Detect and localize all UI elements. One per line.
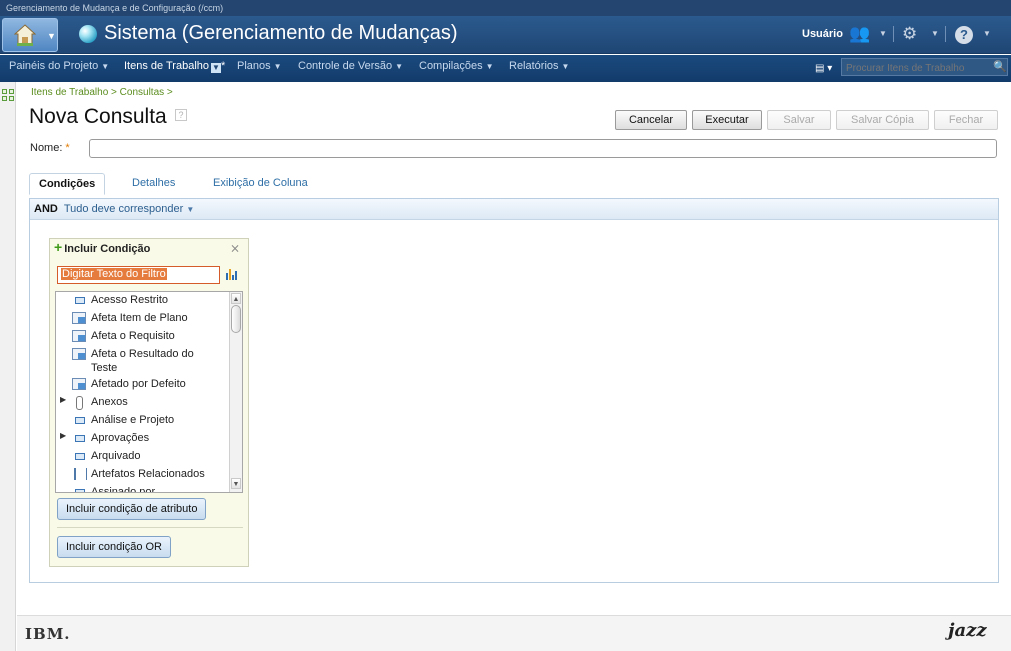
help-icon[interactable]: ? bbox=[955, 26, 973, 44]
save-button[interactable]: Salvar bbox=[767, 110, 831, 130]
chart-icon[interactable] bbox=[226, 268, 238, 280]
list-scrollbar[interactable]: ▲ ▼ bbox=[229, 292, 242, 492]
user-label[interactable]: Usuário bbox=[802, 28, 843, 40]
list-item[interactable]: Afeta o Resultado do Teste bbox=[56, 347, 228, 377]
plus-icon: + bbox=[54, 239, 63, 255]
link-icon bbox=[72, 330, 86, 342]
window-title: Gerenciamento de Mudança e de Configuraç… bbox=[0, 0, 1011, 16]
operator-label: AND bbox=[34, 203, 58, 215]
close-icon[interactable]: ⨯ bbox=[230, 241, 240, 255]
cancel-button[interactable]: Cancelar bbox=[615, 110, 687, 130]
scroll-thumb[interactable] bbox=[231, 305, 241, 333]
chevron-down-icon[interactable]: ▼ bbox=[879, 29, 887, 38]
nav-item-source-control[interactable]: Controle de Versão ▼ bbox=[298, 60, 403, 72]
add-attribute-condition-button[interactable]: Incluir condição de atributo bbox=[57, 498, 207, 520]
field-icon bbox=[72, 486, 86, 492]
conditions-header: AND Tudo deve corresponder ▼ bbox=[30, 199, 998, 220]
filter-input[interactable]: Digitar Texto do Filtro bbox=[57, 266, 220, 284]
field-icon bbox=[72, 294, 86, 306]
work-item-search-input[interactable] bbox=[841, 58, 1008, 76]
gear-icon[interactable]: ⚙ bbox=[902, 24, 917, 44]
app-icon bbox=[79, 25, 97, 43]
page-title: Nova Consulta bbox=[29, 105, 167, 128]
nav-item-plans[interactable]: Planos ▼ bbox=[237, 60, 282, 72]
scroll-up-icon[interactable]: ▲ bbox=[231, 293, 241, 304]
required-mark: * bbox=[65, 142, 70, 154]
add-or-condition-button[interactable]: Incluir condição OR bbox=[57, 536, 171, 558]
dropdown-icon[interactable]: ▼ bbox=[211, 63, 222, 73]
mini-dashboard-icon[interactable] bbox=[2, 89, 14, 101]
expand-arrow-icon[interactable]: ▶ bbox=[60, 395, 66, 404]
field-icon bbox=[72, 414, 86, 426]
close-button[interactable]: Fechar bbox=[934, 110, 998, 130]
breadcrumb[interactable]: Itens de Trabalho > Consultas > bbox=[31, 87, 173, 98]
link-icon bbox=[72, 348, 86, 360]
chevron-down-icon: ▼ bbox=[485, 62, 494, 71]
nav-item-builds[interactable]: Compilações ▼ bbox=[419, 60, 494, 72]
add-condition-panel: + Incluir Condição ⨯ Digitar Texto do Fil… bbox=[49, 238, 249, 567]
name-field[interactable] bbox=[89, 139, 997, 158]
search-icon[interactable]: 🔍 bbox=[993, 60, 1007, 73]
home-button[interactable]: ▼ bbox=[2, 18, 58, 52]
chevron-down-icon[interactable]: ▼ bbox=[931, 29, 939, 38]
jazz-logo: jazz bbox=[948, 620, 987, 641]
attribute-list[interactable]: Acesso Restrito Afeta Item de Plano Afet… bbox=[55, 291, 243, 493]
tab-details[interactable]: Detalhes bbox=[132, 177, 175, 189]
chevron-down-icon[interactable]: ▼ bbox=[983, 29, 991, 38]
chevron-down-icon: ▼ bbox=[186, 205, 195, 214]
chevron-down-icon: ▼ bbox=[561, 62, 570, 71]
chevron-down-icon: ▼ bbox=[47, 31, 56, 41]
home-icon bbox=[14, 24, 36, 46]
attachment-icon bbox=[72, 396, 86, 410]
tab-column-display[interactable]: Exibição de Coluna bbox=[213, 177, 308, 189]
separator bbox=[893, 26, 894, 42]
expand-arrow-icon[interactable]: ▶ bbox=[60, 431, 66, 440]
separator bbox=[945, 26, 946, 42]
run-button[interactable]: Executar bbox=[692, 110, 762, 130]
scroll-down-icon[interactable]: ▼ bbox=[231, 478, 241, 489]
save-copy-button[interactable]: Salvar Cópia bbox=[836, 110, 929, 130]
divider bbox=[57, 527, 243, 528]
link-icon bbox=[72, 312, 86, 324]
nav-item-work-items[interactable]: Itens de Trabalho ▼* bbox=[124, 60, 225, 73]
chevron-down-icon: ▼ bbox=[273, 62, 282, 71]
footer: IBM. jazz bbox=[17, 615, 1011, 651]
chevron-down-icon: ▼ bbox=[101, 62, 110, 71]
field-icon bbox=[72, 432, 86, 444]
left-sidebar bbox=[0, 82, 16, 651]
banner: ▼ Sistema (Gerenciamento de Mudanças) Us… bbox=[0, 16, 1011, 54]
active-marker: * bbox=[221, 60, 226, 72]
name-label: Nome: * bbox=[30, 142, 70, 154]
match-mode-dropdown[interactable]: Tudo deve corresponder ▼ bbox=[64, 203, 194, 215]
search-scope-icon[interactable]: ▤ ▾ bbox=[815, 63, 832, 74]
link-icon bbox=[72, 378, 86, 390]
chevron-down-icon: ▼ bbox=[395, 62, 404, 71]
help-icon[interactable]: ? bbox=[175, 109, 187, 121]
nav-item-project-dashboards[interactable]: Painéis do Projeto ▼ bbox=[9, 60, 109, 72]
app-title: Sistema (Gerenciamento de Mudanças) bbox=[104, 22, 458, 44]
related-artifacts-icon bbox=[72, 468, 87, 480]
nav-item-reports[interactable]: Relatórios ▼ bbox=[509, 60, 569, 72]
add-condition-title: + Incluir Condição bbox=[54, 239, 151, 255]
ibm-logo: IBM. bbox=[25, 625, 71, 643]
tab-conditions[interactable]: Condições bbox=[29, 173, 106, 195]
field-icon bbox=[72, 450, 86, 462]
users-icon[interactable]: 👥 bbox=[849, 24, 870, 44]
